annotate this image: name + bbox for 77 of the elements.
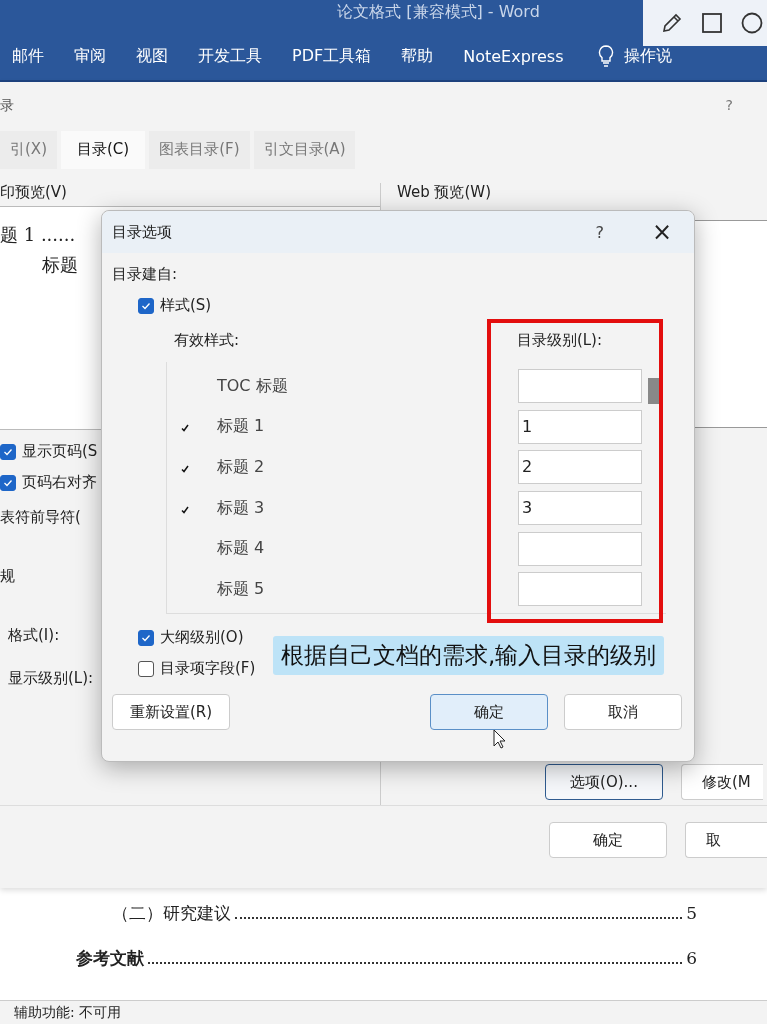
tab[interactable]: 目录(C) bbox=[61, 131, 146, 169]
mouse-pointer-icon bbox=[493, 729, 507, 749]
level-field[interactable] bbox=[518, 572, 642, 607]
checkbox-label: 目录项字段(F) bbox=[160, 659, 256, 678]
print-preview-label: 印预览(V) bbox=[0, 183, 67, 202]
help-button[interactable]: ? bbox=[725, 97, 733, 125]
checkbox-label: 显示页码(S bbox=[22, 442, 98, 461]
ribbon-tab[interactable]: PDF工具箱 bbox=[292, 45, 372, 67]
check-icon bbox=[181, 465, 189, 473]
rectangle-icon[interactable] bbox=[701, 12, 723, 34]
cancel-button[interactable]: 取 bbox=[685, 822, 767, 858]
toc-entry: （二）研究建议 bbox=[112, 902, 231, 925]
cancel-button[interactable]: 取消 bbox=[564, 694, 682, 730]
check-icon bbox=[141, 300, 151, 311]
format-label: 格式(I): bbox=[7, 626, 60, 645]
level-field[interactable]: 2 bbox=[518, 450, 642, 485]
reset-button[interactable]: 重新设置(R) bbox=[112, 694, 230, 730]
ribbon-tab[interactable]: 邮件 bbox=[12, 45, 44, 67]
window-title: 论文格式 [兼容模式] - Word bbox=[336, 1, 541, 23]
checkbox[interactable] bbox=[138, 629, 154, 646]
preview-text: 标题 bbox=[42, 253, 78, 277]
page-number: 6 bbox=[686, 948, 697, 968]
style-name[interactable]: 标题 2 bbox=[217, 457, 518, 478]
tab-leader-label: 表符前导符( bbox=[0, 508, 81, 527]
pencil-icon[interactable] bbox=[661, 12, 683, 34]
ribbon-tab[interactable]: 审阅 bbox=[74, 45, 106, 67]
level-field[interactable]: 1 bbox=[518, 409, 642, 444]
scrollbar-thumb[interactable] bbox=[648, 378, 659, 404]
options-button[interactable]: 选项(O)... bbox=[545, 764, 663, 800]
check-icon bbox=[181, 505, 189, 514]
level-field[interactable]: 3 bbox=[518, 491, 642, 526]
circle-icon[interactable] bbox=[741, 12, 763, 34]
ok-button[interactable]: 确定 bbox=[430, 694, 548, 730]
checkbox[interactable] bbox=[138, 297, 154, 314]
dialog-title: 录 bbox=[0, 97, 14, 115]
help-button[interactable]: ? bbox=[595, 222, 604, 242]
ribbon-tab[interactable]: 帮助 bbox=[401, 45, 434, 67]
ribbon-tab[interactable]: 开发工具 bbox=[198, 45, 262, 67]
preview-text: 题 1 ...... bbox=[0, 223, 76, 247]
column-header: 目录级别(L): bbox=[516, 331, 602, 350]
checkbox[interactable] bbox=[0, 443, 16, 460]
web-preview-label: Web 预览(W) bbox=[396, 183, 491, 202]
style-name[interactable]: 标题 4 bbox=[217, 538, 518, 560]
checkbox-label: 大纲级别(O) bbox=[160, 628, 244, 647]
tell-me-field[interactable]: 操作说 bbox=[623, 45, 672, 67]
ribbon-tab[interactable]: NoteExpress bbox=[463, 46, 564, 66]
check-icon bbox=[181, 424, 189, 433]
ok-button[interactable]: 确定 bbox=[549, 822, 667, 858]
style-name[interactable]: 标题 1 bbox=[217, 416, 518, 438]
checkbox[interactable] bbox=[0, 474, 16, 491]
level-field[interactable] bbox=[518, 531, 642, 566]
style-name[interactable]: 标题 5 bbox=[217, 578, 518, 600]
caption: 根据自己文档的需求,输入目录的级别 bbox=[273, 636, 665, 675]
check-icon bbox=[3, 477, 13, 488]
level-field[interactable] bbox=[518, 369, 642, 404]
check-icon bbox=[141, 632, 151, 643]
style-name[interactable]: 标题 3 bbox=[217, 497, 518, 519]
section-heading: 规 bbox=[0, 567, 15, 586]
style-name[interactable]: TOC 标题 bbox=[217, 375, 518, 397]
show-levels-label: 显示级别(L): bbox=[7, 669, 94, 688]
modify-button[interactable]: 修改(M bbox=[681, 764, 763, 800]
checkbox[interactable] bbox=[138, 660, 154, 677]
checkbox-label: 样式(S) bbox=[160, 296, 212, 315]
tab[interactable]: 图表目录(F) bbox=[149, 131, 250, 169]
status-text: 辅助功能: 不可用 bbox=[14, 1004, 122, 1020]
check-icon bbox=[3, 446, 13, 457]
dialog-title: 目录选项 bbox=[112, 222, 173, 242]
page-number: 5 bbox=[686, 903, 697, 923]
build-from-label: 目录建自: bbox=[112, 265, 178, 284]
tab[interactable]: 引(X) bbox=[0, 131, 57, 169]
checkbox-label: 页码右对齐 bbox=[22, 473, 97, 492]
column-header: 有效样式: bbox=[174, 331, 240, 350]
toc-entry: 参考文献 bbox=[76, 947, 144, 970]
tab[interactable]: 引文目录(A) bbox=[253, 131, 356, 169]
close-button[interactable]: × bbox=[651, 218, 672, 246]
ribbon-tab[interactable]: 视图 bbox=[136, 45, 168, 67]
lightbulb-icon[interactable] bbox=[597, 45, 614, 67]
